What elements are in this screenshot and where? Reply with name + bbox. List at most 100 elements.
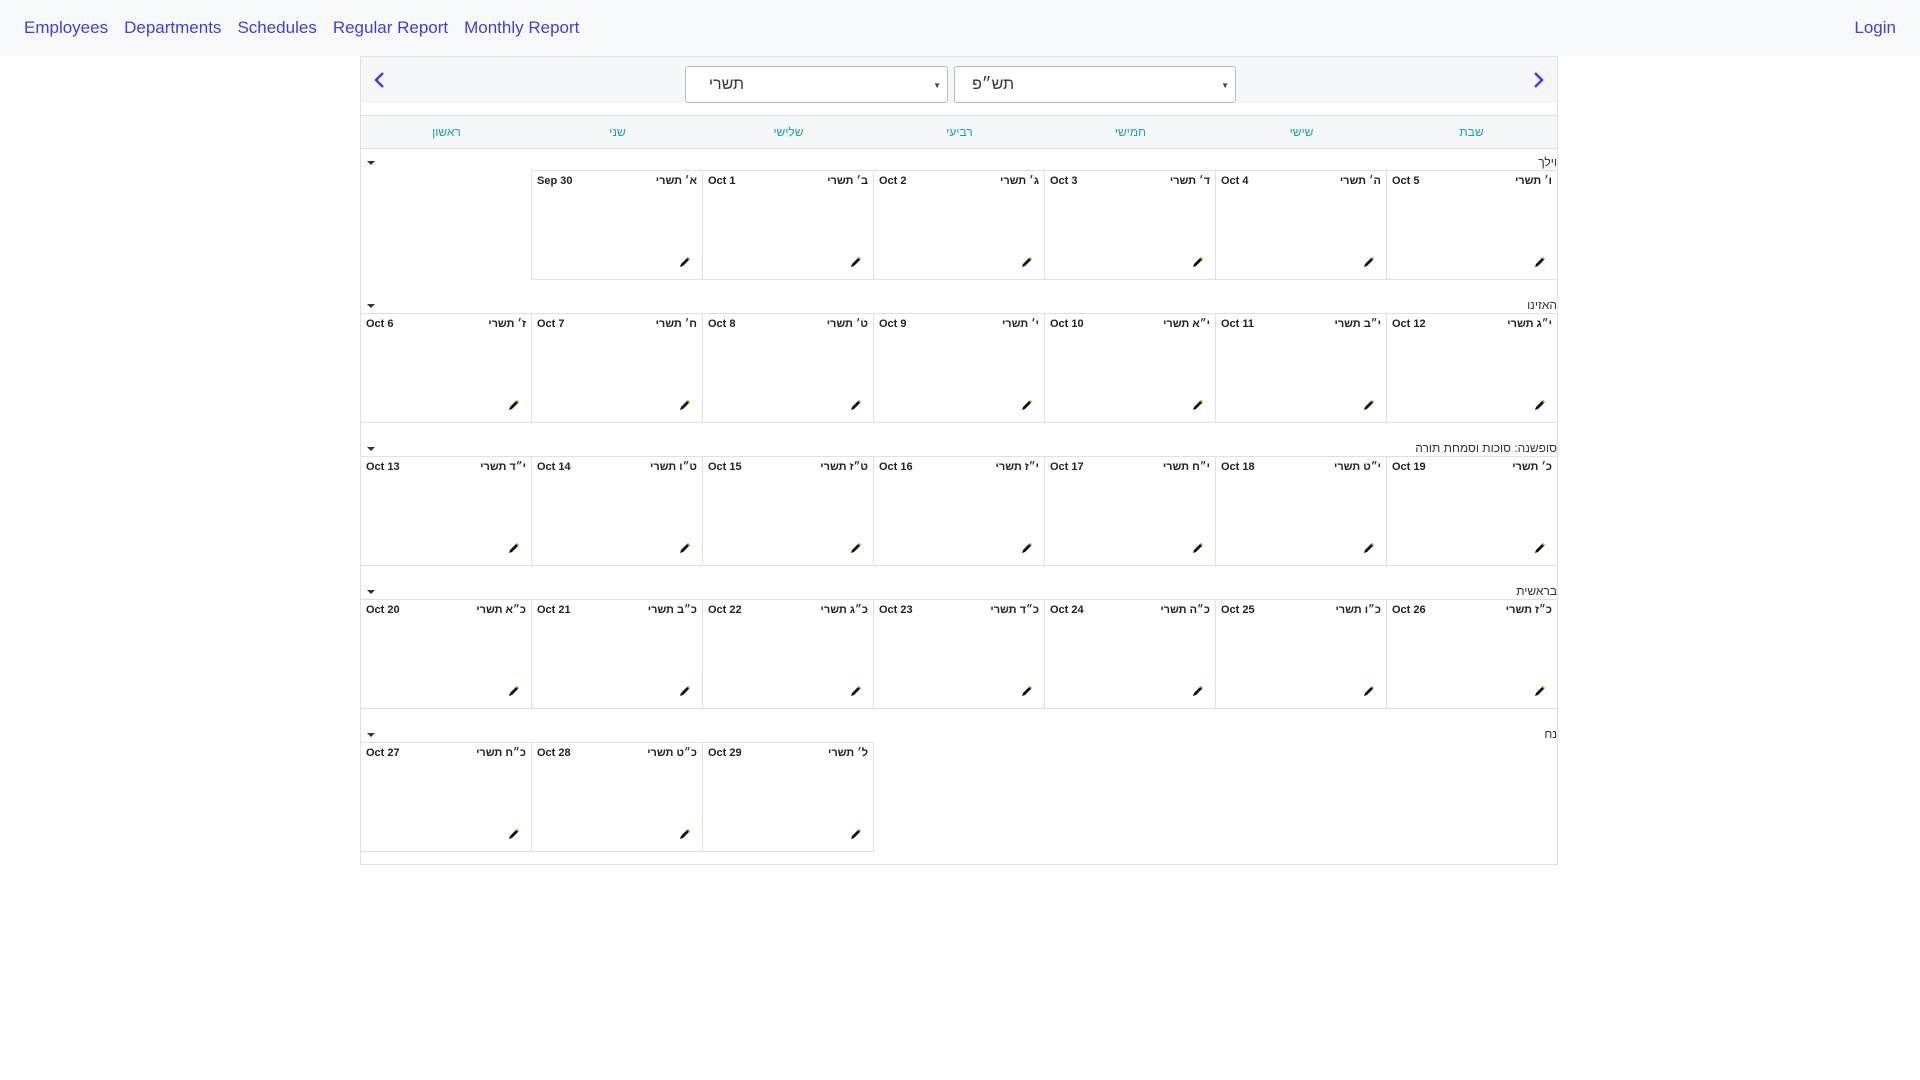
gregorian-date: Sep 30 (537, 175, 573, 187)
pencil-icon[interactable] (849, 398, 863, 412)
pencil-icon[interactable] (678, 398, 692, 412)
day-cell[interactable]: Oct 28 כ״ט תשרי (531, 742, 703, 852)
day-cell[interactable]: Oct 4 ה׳ תשרי (1215, 170, 1387, 280)
pencil-icon[interactable] (849, 684, 863, 698)
gregorian-date: Oct 25 (1221, 604, 1255, 616)
day-cell[interactable]: Oct 13 י״ד תשרי (360, 456, 532, 566)
pencil-icon[interactable] (1533, 684, 1547, 698)
pencil-icon[interactable] (1191, 255, 1205, 269)
day-cell[interactable]: Oct 29 ל׳ תשרי (702, 742, 874, 852)
pencil-icon[interactable] (507, 398, 521, 412)
caret-down-icon[interactable] (367, 304, 375, 308)
pencil-icon[interactable] (1362, 255, 1376, 269)
gregorian-date: Oct 19 (1392, 461, 1426, 473)
pencil-icon[interactable] (1191, 684, 1205, 698)
day-cell[interactable]: Oct 14 ט״ו תשרי (531, 456, 703, 566)
pencil-icon[interactable] (678, 684, 692, 698)
day-cell[interactable]: Oct 16 י״ז תשרי (873, 456, 1045, 566)
pencil-icon[interactable] (678, 541, 692, 555)
day-cell[interactable]: Oct 19 כ׳ תשרי (1386, 456, 1558, 566)
day-cell[interactable]: Oct 8 ט׳ תשרי (702, 313, 874, 423)
day-cell[interactable]: Oct 3 ד׳ תשרי (1044, 170, 1216, 280)
pencil-icon[interactable] (507, 541, 521, 555)
nav-schedules[interactable]: Schedules (237, 18, 316, 38)
caret-down-icon[interactable] (367, 733, 375, 737)
gregorian-date: Oct 14 (537, 461, 571, 473)
hebrew-date: ל׳ תשרי (828, 747, 868, 759)
hebrew-date: כ״ב תשרי (647, 604, 697, 616)
pencil-icon[interactable] (1191, 541, 1205, 555)
day-cell[interactable]: Oct 6 ז׳ תשרי (360, 313, 532, 423)
day-cell[interactable]: Oct 24 כ״ה תשרי (1044, 599, 1216, 709)
day-cell[interactable]: Oct 11 י״ב תשרי (1215, 313, 1387, 423)
week-label: בראשית (1516, 584, 1557, 598)
day-cell[interactable]: Oct 21 כ״ב תשרי (531, 599, 703, 709)
pencil-icon[interactable] (1191, 398, 1205, 412)
gregorian-date: Oct 22 (708, 604, 742, 616)
day-cell[interactable]: Oct 2 ג׳ תשרי (873, 170, 1045, 280)
chevron-right-icon[interactable] (1527, 69, 1549, 91)
top-navbar: Employees Departments Schedules Regular … (0, 0, 1920, 56)
gregorian-date: Oct 4 (1221, 175, 1249, 187)
pencil-icon[interactable] (1020, 255, 1034, 269)
hebrew-date: ט״ז תשרי (820, 461, 868, 473)
day-cell[interactable]: Sep 30 א׳ תשרי (531, 170, 703, 280)
month-select-value: תשרי (708, 76, 744, 93)
day-cell[interactable]: Oct 20 כ״א תשרי (360, 599, 532, 709)
pencil-icon[interactable] (1362, 684, 1376, 698)
month-select[interactable]: תשרי ▼ (685, 66, 948, 103)
hebrew-date: י״ג תשרי (1507, 318, 1552, 330)
pencil-icon[interactable] (1533, 255, 1547, 269)
hebrew-date: ט״ו תשרי (650, 461, 697, 473)
pencil-icon[interactable] (1020, 684, 1034, 698)
pencil-icon[interactable] (678, 255, 692, 269)
pencil-icon[interactable] (849, 255, 863, 269)
gregorian-date: Oct 7 (537, 318, 565, 330)
login-link[interactable]: Login (1854, 18, 1896, 38)
pencil-icon[interactable] (507, 684, 521, 698)
pencil-icon[interactable] (1020, 541, 1034, 555)
nav-employees[interactable]: Employees (24, 18, 108, 38)
day-cell[interactable]: Oct 9 י׳ תשרי (873, 313, 1045, 423)
day-cell[interactable]: Oct 27 כ״ח תשרי (360, 742, 532, 852)
pencil-icon[interactable] (1533, 398, 1547, 412)
day-cell[interactable]: Oct 5 ו׳ תשרי (1386, 170, 1558, 280)
day-cell[interactable]: Oct 12 י״ג תשרי (1386, 313, 1558, 423)
pencil-icon[interactable] (1020, 398, 1034, 412)
pencil-icon[interactable] (1533, 541, 1547, 555)
nav-departments[interactable]: Departments (124, 18, 221, 38)
day-cell[interactable]: Oct 10 י״א תשרי (1044, 313, 1216, 423)
week-label: וילך (1538, 155, 1557, 169)
hebrew-date: כ״א תשרי (476, 604, 526, 616)
day-cell[interactable]: Oct 15 ט״ז תשרי (702, 456, 874, 566)
day-cell[interactable]: Oct 25 כ״ו תשרי (1215, 599, 1387, 709)
select-caret-icon: ▼ (1221, 81, 1229, 90)
gregorian-date: Oct 13 (366, 461, 400, 473)
pencil-icon[interactable] (1362, 398, 1376, 412)
day-cell[interactable]: Oct 26 כ״ז תשרי (1386, 599, 1558, 709)
gregorian-date: Oct 5 (1392, 175, 1420, 187)
nav-regular-report[interactable]: Regular Report (333, 18, 448, 38)
pencil-icon[interactable] (849, 827, 863, 841)
hebrew-date: י״ט תשרי (1334, 461, 1381, 473)
caret-down-icon[interactable] (367, 590, 375, 594)
day-cell[interactable]: Oct 22 כ״ג תשרי (702, 599, 874, 709)
hebrew-date: י״ד תשרי (480, 461, 526, 473)
pencil-icon[interactable] (849, 541, 863, 555)
nav-monthly-report[interactable]: Monthly Report (464, 18, 579, 38)
dayname-thursday: חמישי (1114, 125, 1147, 139)
pencil-icon[interactable] (1362, 541, 1376, 555)
pencil-icon[interactable] (507, 827, 521, 841)
gregorian-date: Oct 17 (1050, 461, 1084, 473)
caret-down-icon[interactable] (367, 447, 375, 451)
pencil-icon[interactable] (678, 827, 692, 841)
chevron-left-icon[interactable] (369, 69, 391, 91)
day-cell[interactable]: Oct 18 י״ט תשרי (1215, 456, 1387, 566)
caret-down-icon[interactable] (367, 161, 375, 165)
year-select[interactable]: תש״פ ▼ (954, 66, 1236, 103)
day-cell[interactable]: Oct 23 כ״ד תשרי (873, 599, 1045, 709)
day-cell[interactable]: Oct 7 ח׳ תשרי (531, 313, 703, 423)
gregorian-date: Oct 16 (879, 461, 913, 473)
day-cell[interactable]: Oct 17 י״ח תשרי (1044, 456, 1216, 566)
day-cell[interactable]: Oct 1 ב׳ תשרי (702, 170, 874, 280)
